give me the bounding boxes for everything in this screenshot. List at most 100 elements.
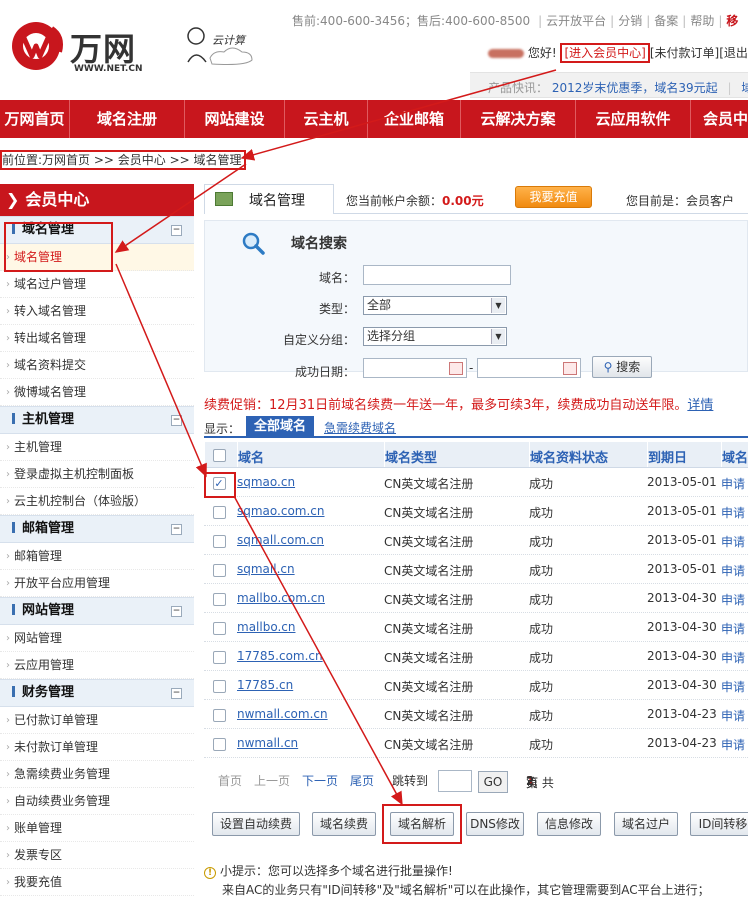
domain-link[interactable]: sqmall.cn bbox=[237, 555, 380, 583]
collapse-icon[interactable]: − bbox=[171, 225, 182, 236]
sidebar-item-urgent-renew[interactable]: 急需续费业务管理 bbox=[0, 761, 194, 788]
nav-cloud-solutions[interactable]: 云解决方案 bbox=[461, 100, 576, 138]
transfer-owner-button[interactable]: 域名过户 bbox=[614, 812, 678, 836]
domain-link[interactable]: nwmall.com.cn bbox=[237, 700, 380, 728]
select-all-checkbox[interactable] bbox=[213, 448, 226, 462]
date-start-input[interactable] bbox=[363, 358, 467, 378]
member-center-link[interactable]: [进入会员中心] bbox=[560, 43, 650, 63]
pager-next[interactable]: 下一页 bbox=[302, 772, 338, 789]
apply-link[interactable]: 申请 bbox=[721, 468, 748, 496]
pager-last[interactable]: 尾页 bbox=[350, 772, 374, 789]
collapse-icon[interactable]: − bbox=[171, 688, 182, 699]
sidebar-item-host-panel[interactable]: 登录虚拟主机控制面板 bbox=[0, 461, 194, 488]
row-checkbox[interactable] bbox=[212, 534, 226, 548]
sidebar-group-host[interactable]: 主机管理 − bbox=[0, 406, 194, 434]
domain-link[interactable]: mallbo.cn bbox=[237, 613, 380, 641]
domain-link[interactable]: sqmall.com.cn bbox=[237, 526, 380, 554]
row-checkbox[interactable] bbox=[212, 679, 226, 693]
sidebar-group-mail[interactable]: 邮箱管理 − bbox=[0, 515, 194, 543]
apply-link[interactable]: 申请 bbox=[721, 700, 748, 728]
collapse-icon[interactable]: − bbox=[171, 524, 182, 535]
type-select[interactable]: 全部 ▼ bbox=[363, 296, 507, 315]
collapse-icon[interactable]: − bbox=[171, 606, 182, 617]
nav-member[interactable]: 会员中 bbox=[691, 100, 748, 138]
nav-enterprise-mail[interactable]: 企业邮箱 bbox=[368, 100, 461, 138]
news-more-link[interactable]: 域名 bbox=[741, 81, 748, 95]
row-checkbox[interactable] bbox=[212, 708, 226, 722]
calendar-icon[interactable] bbox=[563, 362, 577, 375]
domain-link[interactable]: 17785.com.cn bbox=[237, 642, 380, 670]
row-checkbox[interactable]: ✓ bbox=[212, 476, 226, 490]
icp-link[interactable]: 备案 bbox=[654, 14, 678, 28]
news-link[interactable]: 2012岁末优惠季，域名39元起 bbox=[552, 81, 718, 95]
search-button[interactable]: ⚲ 搜索 bbox=[592, 356, 652, 378]
sidebar-group-website[interactable]: 网站管理 − bbox=[0, 597, 194, 625]
tab-all-domains[interactable]: 全部域名 bbox=[246, 416, 314, 438]
sidebar-item-cloud-console[interactable]: 云主机控制台（体验版） bbox=[0, 488, 194, 515]
tab-urgent-renew[interactable]: 急需续费域名 bbox=[324, 419, 396, 436]
nav-domain-register[interactable]: 域名注册 bbox=[70, 100, 185, 138]
domain-input[interactable] bbox=[363, 265, 511, 285]
row-checkbox[interactable] bbox=[212, 621, 226, 635]
sidebar-item-cloud-app-manage[interactable]: 云应用管理 bbox=[0, 652, 194, 679]
pager-go-button[interactable]: GO bbox=[478, 771, 508, 793]
sidebar-item-weibo-domain[interactable]: 微博域名管理 bbox=[0, 379, 194, 406]
recharge-button[interactable]: 我要充值 bbox=[515, 186, 592, 208]
group-select[interactable]: 选择分组 ▼ bbox=[363, 327, 507, 346]
sidebar-item-invoice[interactable]: 发票专区 bbox=[0, 842, 194, 869]
nav-cloud-apps[interactable]: 云应用软件 bbox=[576, 100, 691, 138]
domain-link[interactable]: nwmall.cn bbox=[237, 729, 380, 757]
sidebar-item-domain-transfer-out[interactable]: 转出域名管理 bbox=[0, 325, 194, 352]
apply-link[interactable]: 申请 bbox=[721, 497, 748, 525]
tab-domain-manage[interactable]: 域名管理 bbox=[204, 184, 334, 214]
logout-link[interactable]: [退出] bbox=[719, 46, 748, 60]
renew-button[interactable]: 域名续费 bbox=[312, 812, 376, 836]
sidebar-item-auto-renew[interactable]: 自动续费业务管理 bbox=[0, 788, 194, 815]
apply-link[interactable]: 申请 bbox=[721, 584, 748, 612]
domain-link[interactable]: 17785.cn bbox=[237, 671, 380, 699]
sidebar-group-domain[interactable]: 域名管理 − bbox=[0, 216, 194, 244]
sidebar-group-finance[interactable]: 财务管理 − bbox=[0, 679, 194, 707]
promo-detail-link[interactable]: 详情 bbox=[687, 398, 713, 413]
date-end-input[interactable] bbox=[477, 358, 581, 378]
sidebar-item-domain-transfer-owner[interactable]: 域名过户管理 bbox=[0, 271, 194, 298]
sidebar-item-unpaid-orders[interactable]: 未付款订单管理 bbox=[0, 734, 194, 761]
sidebar-item-open-platform[interactable]: 开放平台应用管理 bbox=[0, 570, 194, 597]
dns-resolve-button[interactable]: 域名解析 bbox=[390, 812, 454, 836]
dns-modify-button[interactable]: DNS修改 bbox=[466, 812, 524, 836]
sidebar-item-domain-manage[interactable]: 域名管理 bbox=[0, 244, 194, 271]
sidebar-item-host-manage[interactable]: 主机管理 bbox=[0, 434, 194, 461]
row-checkbox[interactable] bbox=[212, 737, 226, 751]
unpaid-orders-link[interactable]: [未付款订单] bbox=[650, 46, 719, 60]
calendar-icon[interactable] bbox=[449, 362, 463, 375]
pager-first[interactable]: 首页 bbox=[218, 772, 242, 789]
collapse-icon[interactable]: − bbox=[171, 415, 182, 426]
nav-website-build[interactable]: 网站建设 bbox=[185, 100, 285, 138]
sidebar-item-domain-info-submit[interactable]: 域名资料提交 bbox=[0, 352, 194, 379]
row-checkbox[interactable] bbox=[212, 505, 226, 519]
mobile-link[interactable]: 移 bbox=[726, 14, 738, 28]
auto-renew-button[interactable]: 设置自动续费 bbox=[212, 812, 300, 836]
apply-link[interactable]: 申请 bbox=[721, 613, 748, 641]
sidebar-item-website-manage[interactable]: 网站管理 bbox=[0, 625, 194, 652]
row-checkbox[interactable] bbox=[212, 592, 226, 606]
cloud-platform-link[interactable]: 云开放平台 bbox=[546, 14, 606, 28]
help-link[interactable]: 帮助 bbox=[690, 14, 714, 28]
apply-link[interactable]: 申请 bbox=[721, 526, 748, 554]
domain-link[interactable]: mallbo.com.cn bbox=[237, 584, 380, 612]
nav-cloud-host[interactable]: 云主机 bbox=[285, 100, 368, 138]
pager-goto-input[interactable] bbox=[438, 770, 472, 792]
pager-prev[interactable]: 上一页 bbox=[254, 772, 290, 789]
sidebar-item-mail-manage[interactable]: 邮箱管理 bbox=[0, 543, 194, 570]
info-modify-button[interactable]: 信息修改 bbox=[537, 812, 601, 836]
row-checkbox[interactable] bbox=[212, 650, 226, 664]
distribution-link[interactable]: 分销 bbox=[618, 14, 642, 28]
sidebar-item-recharge[interactable]: 我要充值 bbox=[0, 869, 194, 896]
apply-link[interactable]: 申请 bbox=[721, 642, 748, 670]
nav-home[interactable]: 万网首页 bbox=[0, 100, 70, 138]
sidebar-item-paid-orders[interactable]: 已付款订单管理 bbox=[0, 707, 194, 734]
sidebar-item-domain-transfer-in[interactable]: 转入域名管理 bbox=[0, 298, 194, 325]
apply-link[interactable]: 申请 bbox=[721, 555, 748, 583]
apply-link[interactable]: 申请 bbox=[721, 729, 748, 757]
domain-link[interactable]: sqmao.com.cn bbox=[237, 497, 380, 525]
